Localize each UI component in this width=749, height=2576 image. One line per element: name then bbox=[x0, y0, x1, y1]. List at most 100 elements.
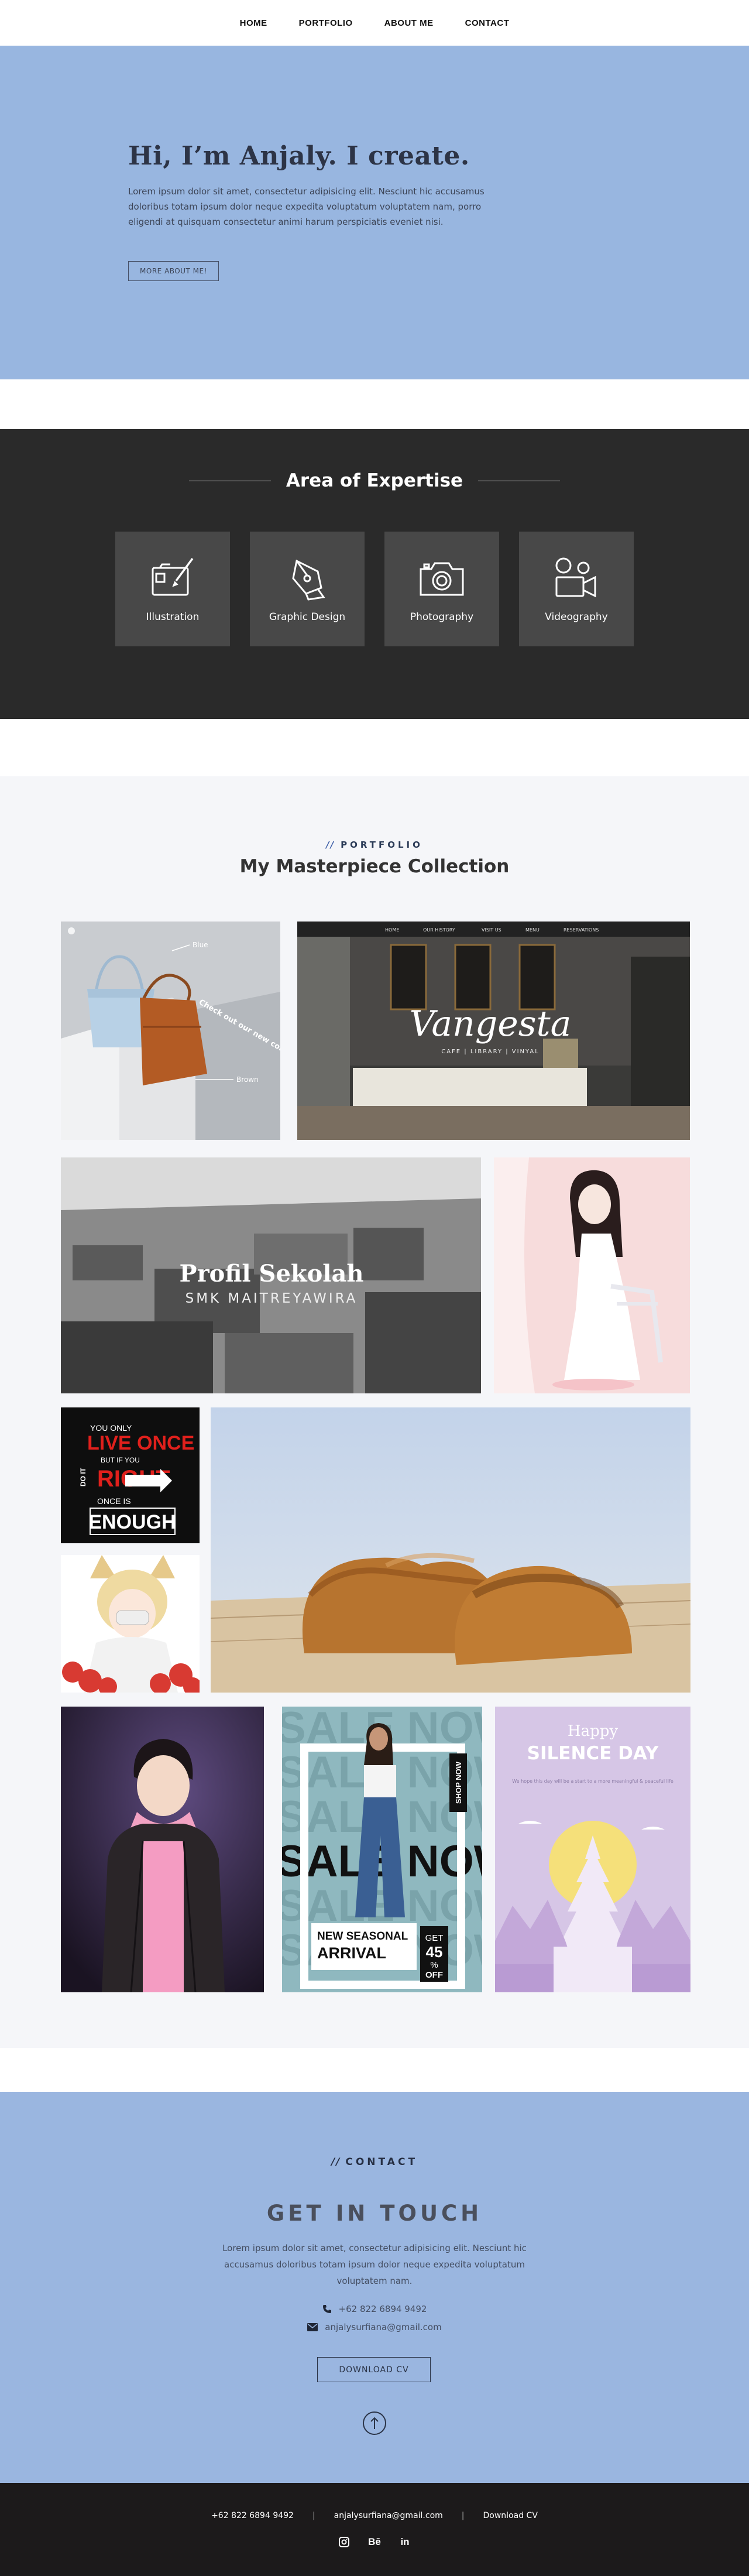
cafe-nav-item: MENU bbox=[525, 927, 540, 933]
illustration-icon bbox=[152, 557, 194, 596]
contact-title: GET IN TOUCH bbox=[266, 2201, 483, 2226]
footer: +62 822 6894 9492 | anjalysurfiana@gmail… bbox=[0, 2483, 749, 2576]
sale-arrival: ARRIVAL bbox=[317, 1944, 386, 1962]
poster-line-3: BUT IF YOU bbox=[101, 1456, 140, 1464]
character-artwork bbox=[61, 1555, 200, 1693]
portfolio-kicker: // PORTFOLIO bbox=[0, 840, 749, 850]
sale-percent: 45 bbox=[426, 1943, 443, 1961]
instagram-icon[interactable] bbox=[338, 2536, 351, 2548]
portfolio-item-character-illustration[interactable] bbox=[61, 1555, 200, 1693]
poster-line-7: ENOUGH bbox=[88, 1511, 176, 1533]
contact-phone[interactable]: +62 822 6894 9492 bbox=[339, 2304, 427, 2314]
nav-home-link[interactable]: HOME bbox=[240, 18, 267, 28]
expertise-label: Graphic Design bbox=[269, 611, 346, 623]
cafe-nav-item: HOME bbox=[385, 927, 399, 933]
linkedin-label: in bbox=[400, 2536, 410, 2547]
poster-line-4: DO IT bbox=[79, 1467, 87, 1486]
contact-section: // CONTACT GET IN TOUCH Lorem ipsum dolor… bbox=[0, 2092, 749, 2483]
contact-text: Lorem ipsum dolor sit amet, consectetur … bbox=[222, 2243, 527, 2286]
kicker-slash: // bbox=[326, 840, 335, 850]
portfolio-section: // PORTFOLIO My Masterpiece Collection Bl… bbox=[0, 776, 749, 2048]
portfolio-item-bags[interactable]: Blue Check out our new colour! Brown bbox=[61, 922, 280, 1140]
portfolio-item-school-profile[interactable]: Profil Sekolah SMK MAITREYAWIRA bbox=[61, 1157, 481, 1393]
portfolio-item-cafe-website[interactable]: HOME OUR HISTORY VISIT US MENU RESERVATI… bbox=[297, 922, 690, 1140]
linkedin-icon[interactable]: in bbox=[398, 2536, 411, 2548]
kicker-text: PORTFOLIO bbox=[341, 840, 423, 850]
behance-label: Bē bbox=[368, 2536, 381, 2547]
expertise-label: Videography bbox=[545, 611, 608, 623]
nav-about-link[interactable]: ABOUT ME bbox=[384, 18, 434, 28]
portfolio-item-boy-illustration[interactable] bbox=[61, 1707, 264, 1992]
expertise-heading: Area of Expertise bbox=[0, 470, 749, 491]
behance-icon[interactable]: Bē bbox=[368, 2536, 381, 2548]
sale-percent-sign: % bbox=[430, 1960, 438, 1970]
silence-happy: Happy bbox=[568, 1722, 618, 1740]
footer-email[interactable]: anjalysurfiana@gmail.com bbox=[334, 2511, 443, 2520]
poster-line-1: YOU ONLY bbox=[90, 1423, 132, 1433]
contact-email[interactable]: anjalysurfiana@gmail.com bbox=[325, 2322, 441, 2332]
school-artwork: Profil Sekolah SMK MAITREYAWIRA bbox=[61, 1157, 481, 1393]
silence-text: We hope this day will be a start to a mo… bbox=[512, 1779, 674, 1784]
pen-tool-icon bbox=[292, 559, 325, 601]
social-icons: Bē in bbox=[0, 2536, 749, 2548]
more-about-me-button[interactable]: MORE ABOUT ME! bbox=[128, 261, 219, 281]
expertise-card-illustration[interactable]: Illustration bbox=[115, 532, 230, 646]
footer-download-cv[interactable]: Download CV bbox=[483, 2511, 538, 2520]
expertise-label: Illustration bbox=[146, 611, 200, 623]
sale-new-seasonal: NEW SEASONAL bbox=[317, 1930, 408, 1943]
top-navigation: HOME PORTFOLIO ABOUT ME CONTACT bbox=[0, 0, 749, 46]
silence-day-artwork: Happy SILENCE DAY We hope this day will … bbox=[495, 1707, 690, 1992]
expertise-card-photography[interactable]: Photography bbox=[384, 532, 499, 646]
poster-artwork: YOU ONLY LIVE ONCE BUT IF YOU DO IT RIGH… bbox=[61, 1407, 200, 1543]
bride-artwork bbox=[494, 1157, 690, 1393]
cafe-nav-item: RESERVATIONS bbox=[564, 927, 599, 933]
bag-brown-label: Brown bbox=[236, 1075, 259, 1084]
bags-artwork: Blue Check out our new colour! Brown bbox=[61, 922, 280, 1140]
camera-icon bbox=[420, 562, 464, 596]
portfolio-item-bride-illustration[interactable] bbox=[494, 1157, 690, 1393]
hero-section: Hi, I’m Anjaly. I create. Lorem ipsum do… bbox=[0, 46, 749, 379]
hero-title: Hi, I’m Anjaly. I create. bbox=[128, 141, 470, 171]
expertise-cards: Illustration Graphic Design Photography bbox=[115, 532, 634, 646]
nav-contact-link[interactable]: CONTACT bbox=[465, 18, 510, 28]
phone-icon bbox=[322, 2305, 331, 2313]
poster-line-2: LIVE ONCE bbox=[87, 1432, 194, 1454]
footer-separator: | bbox=[461, 2511, 465, 2520]
expertise-label: Photography bbox=[410, 611, 474, 623]
expertise-card-videography[interactable]: Videography bbox=[519, 532, 634, 646]
kicker-text: CONTACT bbox=[345, 2156, 418, 2168]
download-cv-button[interactable]: DOWNLOAD CV bbox=[317, 2357, 431, 2382]
shop-now-label: SHOP NOW bbox=[454, 1761, 463, 1804]
contact-phone-row: +62 822 6894 9492 bbox=[0, 2304, 749, 2314]
portfolio-item-bread-photo[interactable] bbox=[211, 1407, 690, 1693]
expertise-card-graphic-design[interactable]: Graphic Design bbox=[250, 532, 365, 646]
poster-line-6: ONCE IS bbox=[97, 1496, 131, 1506]
footer-separator: | bbox=[312, 2511, 315, 2520]
portfolio-item-sale-poster[interactable]: SALE NOW SALE NOW SALE NOW SALE NOW SALE… bbox=[282, 1707, 482, 1992]
cafe-tagline: CAFE | LIBRARY | VINYAL bbox=[441, 1049, 540, 1055]
bread-photo bbox=[211, 1407, 690, 1693]
portfolio-item-quote-poster[interactable]: YOU ONLY LIVE ONCE BUT IF YOU DO IT RIGH… bbox=[61, 1407, 200, 1543]
sale-off: OFF bbox=[425, 1970, 443, 1980]
footer-links: +62 822 6894 9492 | anjalysurfiana@gmail… bbox=[0, 2511, 749, 2520]
arrow-up-icon bbox=[370, 2417, 379, 2429]
kicker-slash: // bbox=[331, 2156, 341, 2168]
portfolio-title: My Masterpiece Collection bbox=[239, 856, 510, 877]
bag-blue-label: Blue bbox=[193, 941, 208, 949]
mail-icon bbox=[307, 2323, 318, 2331]
contact-kicker: // CONTACT bbox=[0, 2156, 749, 2168]
cafe-nav-item: VISIT US bbox=[482, 927, 501, 933]
portfolio-item-silence-day[interactable]: Happy SILENCE DAY We hope this day will … bbox=[495, 1707, 690, 1992]
sale-get: GET bbox=[425, 1933, 444, 1943]
nav-portfolio-link[interactable]: PORTFOLIO bbox=[299, 18, 353, 28]
cafe-logo: Vangesta bbox=[410, 1003, 572, 1044]
footer-phone[interactable]: +62 822 6894 9492 bbox=[211, 2511, 294, 2520]
school-title: Profil Sekolah bbox=[180, 1260, 364, 1287]
cafe-artwork: HOME OUR HISTORY VISIT US MENU RESERVATI… bbox=[297, 922, 690, 1140]
expertise-title: Area of Expertise bbox=[286, 470, 463, 491]
back-to-top-button[interactable] bbox=[363, 2411, 386, 2435]
expertise-section: Area of Expertise Illustration Graphic D… bbox=[0, 429, 749, 719]
school-subtitle: SMK MAITREYAWIRA bbox=[185, 1291, 358, 1306]
hero-text: Lorem ipsum dolor sit amet, consectetur … bbox=[128, 186, 485, 227]
sale-artwork: SALE NOW SALE NOW SALE NOW SALE NOW SALE… bbox=[282, 1707, 482, 1992]
